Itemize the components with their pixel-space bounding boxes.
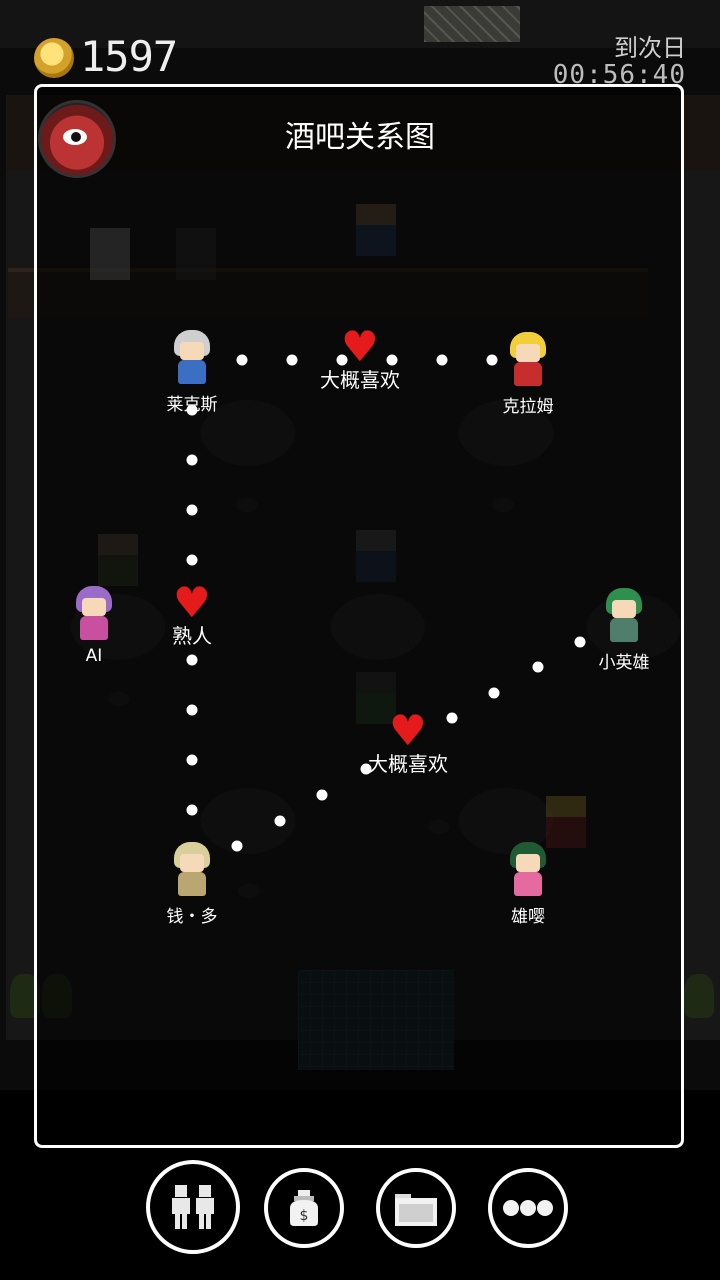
relation-marker[interactable]: ♥ 大概喜欢: [348, 710, 468, 777]
character-ai[interactable]: AI: [64, 586, 124, 666]
heart-icon: ♥: [341, 322, 379, 371]
crates: [424, 6, 520, 42]
heart-icon: ♥: [173, 578, 211, 627]
folder-icon: [395, 1194, 437, 1226]
coin-icon: [34, 38, 74, 78]
panel-title: 酒吧关系图: [285, 120, 435, 155]
character-sprite: [506, 332, 550, 388]
people-icon: [172, 1185, 214, 1229]
more-icon: [503, 1200, 553, 1216]
next-day-label: 到次日: [614, 34, 686, 62]
relation-label: 大概喜欢: [320, 368, 400, 392]
coin-count: 1597: [80, 32, 178, 81]
character-lex[interactable]: 莱克斯: [162, 330, 222, 415]
character-sprite: [506, 842, 550, 898]
character-klam[interactable]: 克拉姆: [498, 332, 558, 417]
relation-label: 大概喜欢: [368, 752, 448, 776]
character-sprite: [170, 330, 214, 386]
money-bag-button[interactable]: $: [264, 1168, 344, 1248]
character-sprite: [170, 842, 214, 898]
plant: [684, 974, 714, 1018]
relation-label: 熟人: [172, 624, 212, 648]
character-qian-duo[interactable]: 钱・多: [162, 842, 222, 927]
heart-icon: ♥: [389, 706, 427, 755]
character-name: 小英雄: [598, 653, 650, 673]
svg-text:$: $: [300, 1208, 309, 1224]
money-bag-icon: $: [290, 1190, 318, 1226]
character-xiong-ying[interactable]: 雄嘤: [498, 842, 558, 927]
character-name: 莱克斯: [166, 395, 218, 415]
more-button[interactable]: [488, 1168, 568, 1248]
character-sprite: [72, 586, 116, 642]
character-name: 克拉姆: [502, 397, 554, 417]
character-name: AI: [85, 646, 103, 666]
folder-button[interactable]: [376, 1168, 456, 1248]
character-name: 钱・多: [166, 907, 218, 927]
character-sprite: [602, 588, 646, 644]
character-little-hero[interactable]: 小英雄: [594, 588, 654, 673]
relationship-menu-button[interactable]: [146, 1160, 240, 1254]
character-name: 雄嘤: [511, 907, 545, 927]
relation-marker[interactable]: ♥ 熟人: [132, 582, 252, 649]
relation-marker[interactable]: ♥ 大概喜欢: [300, 326, 420, 393]
